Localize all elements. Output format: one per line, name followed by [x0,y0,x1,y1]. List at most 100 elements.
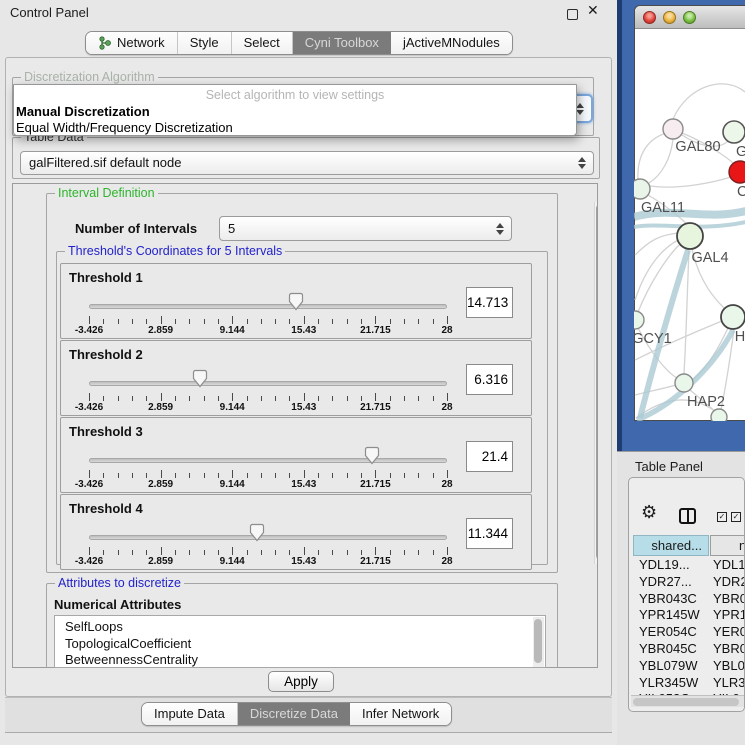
float-window-icon[interactable] [567,9,578,20]
network-icon [98,36,112,50]
zoom-traffic-light-icon[interactable] [683,11,696,24]
tick-mark [433,550,434,555]
attribute-list-item[interactable]: BetweennessCentrality [55,652,545,668]
network-node[interactable] [723,121,745,143]
table-row[interactable]: YPR145WYPR1 [633,607,745,624]
tab-label: Infer Network [362,703,439,725]
threshold-value-field[interactable]: 14.713 [466,287,513,318]
checkbox-icon[interactable]: ✓ [717,512,727,522]
tab-style[interactable]: Style [178,32,232,54]
numerical-attributes-list[interactable]: SelfLoopsTopologicalCoefficientBetweenne… [54,615,546,668]
group-title: Attributes to discretize [55,576,184,590]
cell-shared-name[interactable]: YBR043C [633,591,712,608]
dropdown-option-equal-width-frequency[interactable]: Equal Width/Frequency Discretization [14,120,576,136]
tab-label: jActiveMNodules [403,32,500,54]
slider-thumb[interactable] [200,369,215,389]
split-columns-icon[interactable] [679,508,696,524]
network-node[interactable] [711,409,727,421]
attribute-list-item[interactable]: SelfLoops [55,619,545,636]
cell-shared-name[interactable]: YER054C [633,624,712,641]
table-row[interactable]: YDR27...YDR2 [633,574,745,591]
tick-mark [304,316,305,324]
cell-name[interactable]: YDR2 [712,574,745,591]
cell-shared-name[interactable]: YDL19... [633,557,712,574]
tick-mark [232,547,233,555]
network-node[interactable] [634,179,650,199]
tab-infer-network[interactable]: Infer Network [350,703,451,725]
tick-mark [132,550,133,555]
tab-network[interactable]: Network [86,32,178,54]
tick-mark [175,319,176,324]
table-row[interactable]: YER054CYER0 [633,624,745,641]
cell-name[interactable]: YBR0 [712,641,745,658]
cell-name[interactable]: YER0 [712,624,745,641]
tab-select[interactable]: Select [232,32,293,54]
tab-cyni-toolbox[interactable]: Cyni Toolbox [293,32,391,54]
close-traffic-light-icon[interactable] [643,11,656,24]
tick-mark [433,396,434,401]
tick-mark [204,319,205,324]
settings-gear-icon[interactable]: ⚙ [641,502,657,523]
scrollbar-thumb[interactable] [633,698,739,706]
threshold-value-field[interactable]: 11.344 [466,518,513,549]
table-data-select[interactable]: galFiltered.sif default node [20,151,594,175]
dropdown-option-manual-discretization[interactable]: Manual Discretization [14,104,576,120]
cell-name[interactable]: YLR3 [712,675,745,692]
network-node[interactable] [677,223,703,249]
table-row[interactable]: YBL079WYBL0 [633,658,745,675]
cell-name[interactable]: YDL1 [712,557,745,574]
cell-shared-name[interactable]: YLR345W [633,675,712,692]
bottom-tab-bar: Impute Data Discretize Data Infer Networ… [141,702,452,726]
attribute-list-item[interactable]: TopologicalCoefficient [55,636,545,653]
cell-name[interactable]: YPR1 [712,607,745,624]
threshold-value-field[interactable]: 6.316 [466,364,513,395]
cell-shared-name[interactable]: YBL079W [633,658,712,675]
number-of-intervals-select[interactable]: 5 [219,216,512,241]
tick-mark [289,473,290,478]
table-row[interactable]: YBR045CYBR0 [633,641,745,658]
tab-discretize-data[interactable]: Discretize Data [238,703,350,725]
table-row[interactable]: YDL19...YDL1 [633,557,745,574]
scrollbar-thumb[interactable] [596,204,598,560]
table-row[interactable]: YBR043CYBR0 [633,591,745,608]
vertical-scrollbar[interactable] [594,202,598,564]
threshold-value-field[interactable]: 21.4 [466,441,513,472]
checkbox-icon[interactable]: ✓ [731,512,741,522]
minimize-traffic-light-icon[interactable] [663,11,676,24]
tick-mark [275,473,276,478]
tab-impute-data[interactable]: Impute Data [142,703,238,725]
network-node[interactable] [721,305,745,329]
node-label: GCY1 [634,331,672,347]
threshold-label: Threshold 3 [69,424,143,439]
cell-name[interactable]: YBR0 [712,591,745,608]
cell-shared-name[interactable]: YBR045C [633,641,712,658]
tick-mark [433,473,434,478]
cell-name[interactable]: YBL0 [712,658,745,675]
network-node[interactable] [675,374,693,392]
slider-thumb[interactable] [372,446,387,466]
tick-mark [418,319,419,324]
tick-mark [347,319,348,324]
slider-thumb[interactable] [296,292,311,312]
network-node[interactable] [634,311,644,329]
close-icon[interactable]: ✕ [587,3,599,19]
tab-jactivemnodules[interactable]: jActiveMNodules [391,32,512,54]
apply-button[interactable]: Apply [268,671,334,692]
scale-label: 15.43 [291,402,316,413]
column-header-shared-name[interactable]: shared... [633,535,709,556]
scrollbar-thumb[interactable] [534,619,542,663]
column-header-name[interactable]: n [710,535,745,556]
network-window-titlebar[interactable] [635,6,745,29]
network-canvas[interactable]: GAL80GACGAL11GAL4GCY1HHAP2 [634,28,745,421]
tick-mark [304,393,305,401]
network-node[interactable] [663,119,683,139]
table-row[interactable]: YLR345WYLR3 [633,675,745,692]
list-scrollbar[interactable] [533,617,544,667]
network-node[interactable] [729,161,745,183]
slider-thumb[interactable] [257,523,272,543]
cell-shared-name[interactable]: YPR145W [633,607,712,624]
scale-label: -3.426 [75,556,103,567]
horizontal-scrollbar[interactable] [631,695,744,707]
cell-shared-name[interactable]: YDR27... [633,574,712,591]
tick-mark [447,393,448,401]
